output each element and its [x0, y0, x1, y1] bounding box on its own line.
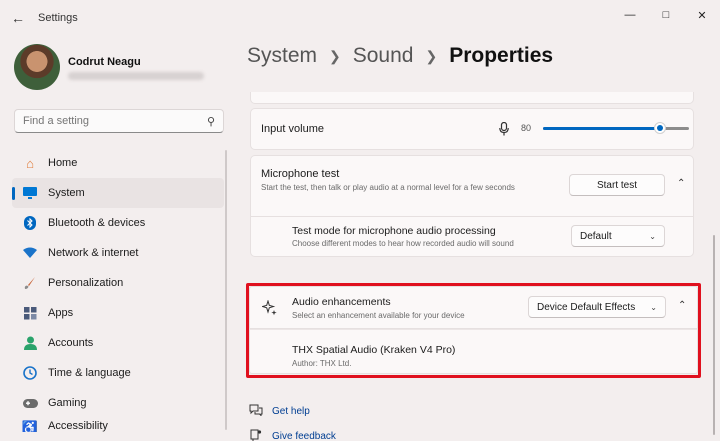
- sidebar-item-label: Gaming: [48, 397, 87, 409]
- test-mode-label: Test mode for microphone audio processin…: [292, 225, 496, 237]
- gamepad-icon: [22, 395, 38, 411]
- chevron-down-icon: ⌄: [649, 231, 656, 241]
- chevron-right-icon: ❯: [425, 47, 438, 64]
- page-title: Properties: [449, 44, 554, 67]
- sidebar-nav: ⌂ Home System Bluetooth & devices Networ…: [12, 148, 224, 432]
- bluetooth-icon: [22, 215, 38, 231]
- sidebar-item-accessibility[interactable]: ♿ Accessibility: [12, 418, 224, 432]
- get-help-row[interactable]: Get help: [248, 399, 336, 424]
- close-icon[interactable]: ✕: [684, 0, 720, 30]
- sidebar-item-label: Bluetooth & devices: [48, 217, 146, 229]
- microphone-test-label: Microphone test: [261, 168, 340, 180]
- test-mode-selected-value: Default: [580, 230, 612, 242]
- globe-clock-icon: [22, 365, 38, 381]
- sidebar-item-accounts[interactable]: Accounts: [12, 328, 224, 358]
- search-icon[interactable]: ⚲: [207, 115, 215, 128]
- sidebar-item-label: Apps: [48, 307, 74, 319]
- give-feedback-row[interactable]: Give feedback: [248, 424, 336, 441]
- window-controls: — □ ✕: [612, 0, 720, 30]
- sidebar-scrollbar[interactable]: [225, 150, 227, 430]
- sidebar-item-label: Personalization: [48, 277, 124, 289]
- chevron-up-icon[interactable]: ⌃: [677, 178, 685, 189]
- back-arrow-icon[interactable]: ←: [0, 0, 36, 36]
- search-box[interactable]: ⚲: [14, 109, 224, 133]
- sidebar-item-label: Accessibility: [48, 420, 108, 432]
- sidebar-item-label: System: [48, 187, 85, 199]
- help-icon: [248, 404, 264, 419]
- slider-thumb[interactable]: [653, 122, 666, 134]
- feedback-icon: [248, 429, 264, 441]
- microphone-icon: [499, 121, 509, 139]
- avatar: [14, 44, 60, 90]
- home-icon: ⌂: [26, 155, 34, 171]
- test-mode-dropdown[interactable]: Default ⌄: [571, 225, 665, 247]
- microphone-test-description: Start the test, then talk or play audio …: [261, 183, 515, 192]
- sidebar-item-home[interactable]: ⌂ Home: [12, 148, 224, 178]
- slider-fill: [543, 127, 660, 130]
- apps-icon: [22, 305, 38, 321]
- app-title: Settings: [38, 12, 78, 24]
- search-input[interactable]: [23, 115, 207, 127]
- get-help-link[interactable]: Get help: [272, 406, 310, 417]
- sidebar-item-system[interactable]: System: [12, 178, 224, 208]
- user-name: Codrut Neagu: [68, 56, 141, 68]
- minimize-icon[interactable]: —: [612, 0, 648, 30]
- system-monitor-icon: [22, 185, 38, 201]
- microphone-test-card: Microphone test Start the test, then tal…: [250, 155, 694, 217]
- user-profile[interactable]: Codrut Neagu: [14, 44, 224, 92]
- input-volume-label: Input volume: [261, 123, 324, 135]
- input-volume-value: 80: [521, 123, 532, 133]
- previous-setting-card: [250, 92, 694, 104]
- accounts-icon: [22, 335, 38, 351]
- sidebar-item-personalization[interactable]: Personalization: [12, 268, 224, 298]
- sidebar-item-time-language[interactable]: Time & language: [12, 358, 224, 388]
- sidebar-item-label: Time & language: [48, 367, 131, 379]
- accessibility-icon: ♿: [21, 420, 39, 432]
- sidebar-item-label: Network & internet: [48, 247, 139, 259]
- test-mode-card: Test mode for microphone audio processin…: [250, 217, 694, 257]
- maximize-icon[interactable]: □: [648, 0, 684, 30]
- breadcrumb-sound[interactable]: Sound: [353, 44, 414, 68]
- brush-icon: [22, 275, 38, 291]
- main-scrollbar[interactable]: [713, 235, 715, 435]
- wifi-icon: [22, 245, 38, 261]
- sidebar-item-label: Accounts: [48, 337, 94, 349]
- sidebar-item-gaming[interactable]: Gaming: [12, 388, 224, 418]
- test-mode-description: Choose different modes to hear how recor…: [292, 239, 514, 248]
- sidebar-item-bluetooth[interactable]: Bluetooth & devices: [12, 208, 224, 238]
- input-volume-slider[interactable]: [543, 122, 689, 134]
- chevron-right-icon: ❯: [329, 47, 341, 64]
- breadcrumb-system[interactable]: System: [247, 44, 317, 68]
- title-bar: ← Settings — □ ✕: [0, 0, 720, 36]
- help-links: Get help Give feedback: [248, 399, 336, 441]
- sidebar-item-label: Home: [48, 157, 78, 169]
- input-volume-card: Input volume 80: [250, 108, 694, 150]
- breadcrumb: System ❯ Sound ❯ Properties: [247, 44, 553, 68]
- sidebar-item-network[interactable]: Network & internet: [12, 238, 224, 268]
- start-test-button[interactable]: Start test: [569, 174, 665, 196]
- sidebar-item-apps[interactable]: Apps: [12, 298, 224, 328]
- user-email-blurred: [68, 72, 204, 80]
- give-feedback-link[interactable]: Give feedback: [272, 431, 336, 441]
- highlight-box: [246, 283, 701, 378]
